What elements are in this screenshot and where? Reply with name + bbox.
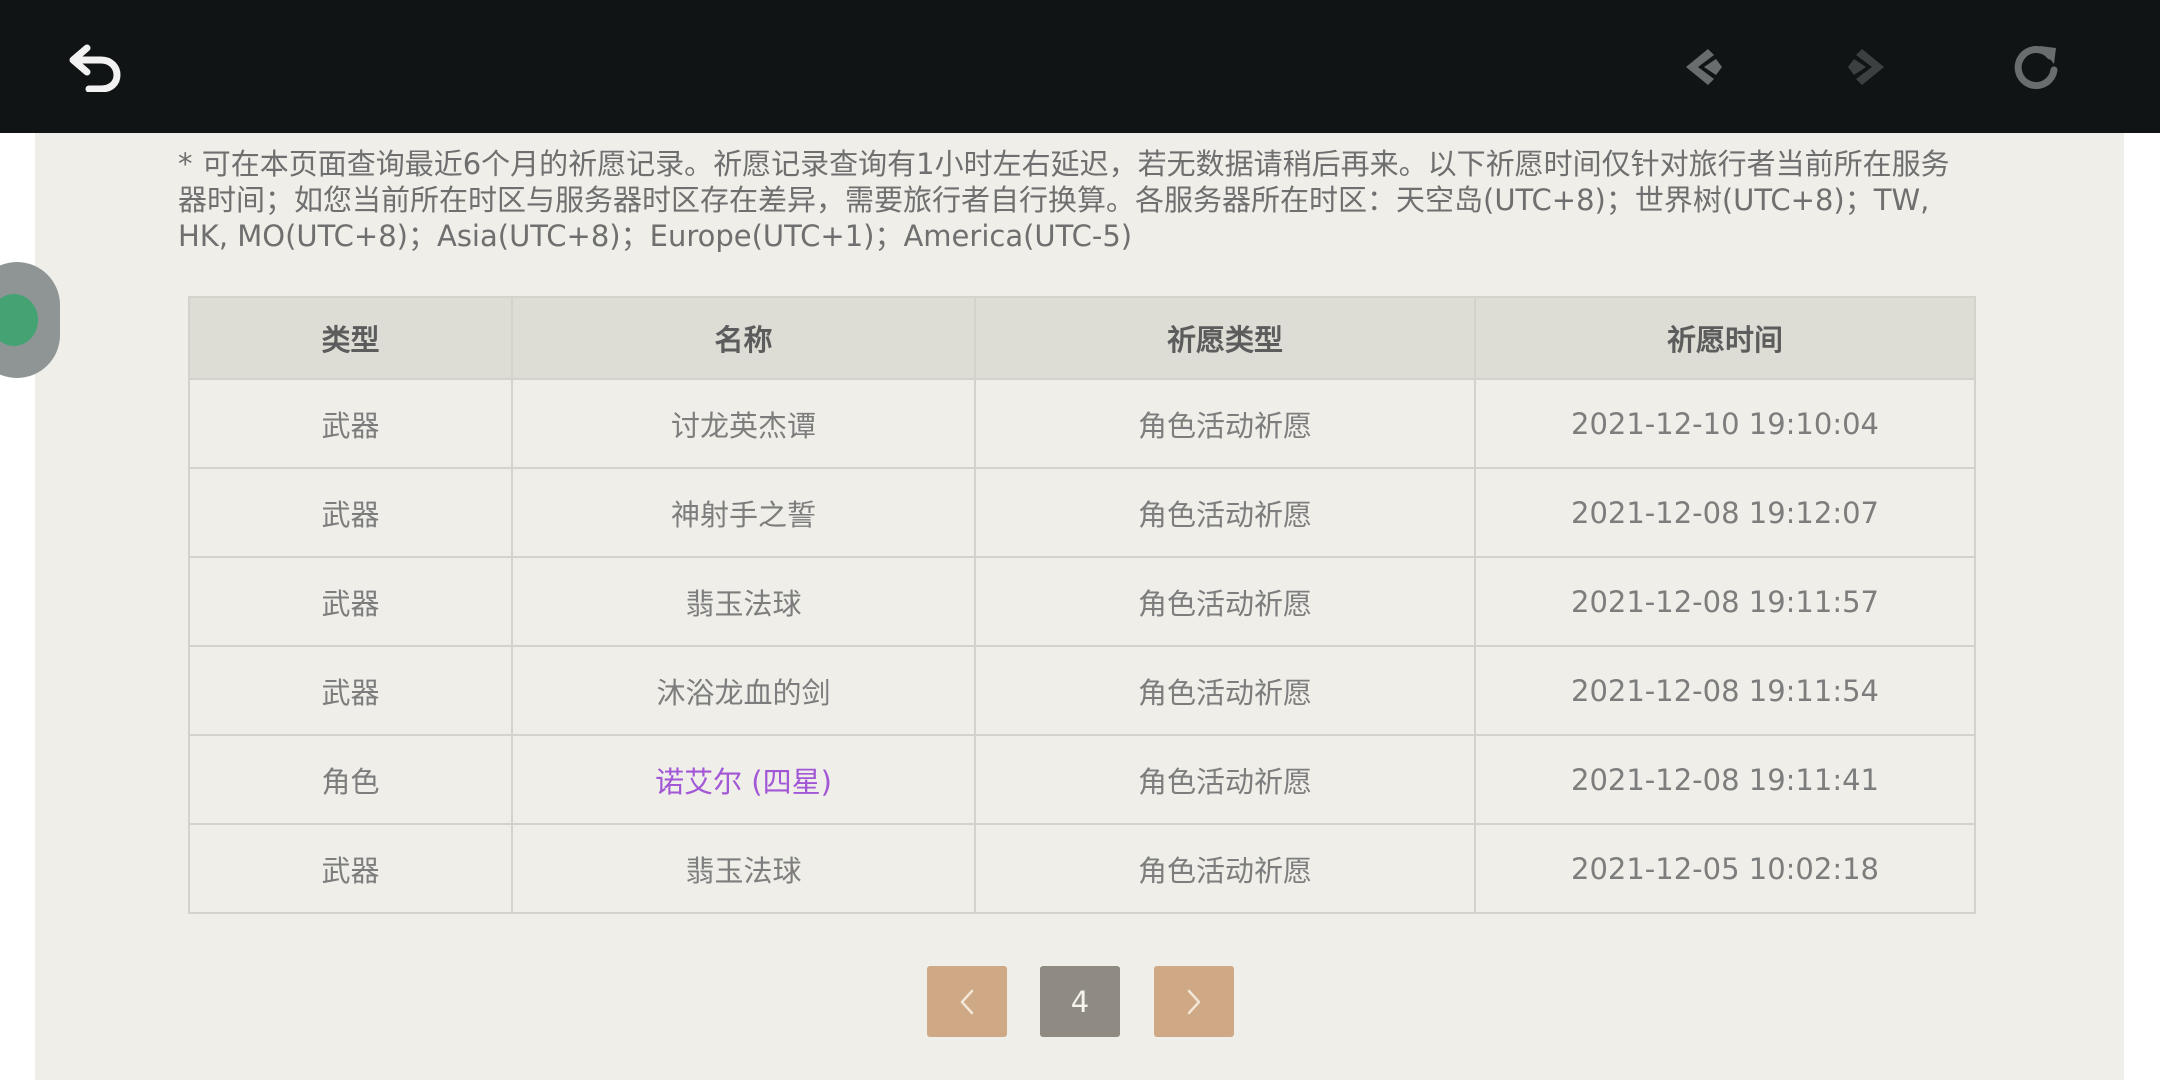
table-row: 武器 神射手之誓 角色活动祈愿 2021-12-08 19:12:07 xyxy=(188,467,1976,558)
chevron-left-icon xyxy=(960,989,974,1014)
current-page-indicator[interactable]: 4 xyxy=(1040,966,1120,1037)
cell-type: 武器 xyxy=(188,467,513,558)
header-wish-type: 祈愿类型 xyxy=(974,296,1476,380)
cell-time: 2021-12-08 19:12:07 xyxy=(1474,467,1976,558)
cell-name: 翡玉法球 xyxy=(511,556,976,647)
cell-time: 2021-12-08 19:11:54 xyxy=(1474,645,1976,736)
refresh-icon xyxy=(2014,45,2058,89)
chevron-left-icon xyxy=(1686,48,1722,85)
back-arrow-icon xyxy=(69,44,121,92)
cell-wish-type: 角色活动祈愿 xyxy=(974,823,1476,914)
table-row: 角色 诺艾尔 (四星) 角色活动祈愿 2021-12-08 19:11:41 xyxy=(188,734,1976,825)
cell-type: 角色 xyxy=(188,734,513,825)
cell-name-four-star: 诺艾尔 (四星) xyxy=(511,734,976,825)
cell-name: 翡玉法球 xyxy=(511,823,976,914)
cell-name: 讨龙英杰谭 xyxy=(511,378,976,469)
previous-page-button[interactable] xyxy=(927,966,1007,1037)
cell-wish-type: 角色活动祈愿 xyxy=(974,645,1476,736)
right-margin xyxy=(2124,133,2160,1080)
table-row: 武器 讨龙英杰谭 角色活动祈愿 2021-12-10 19:10:04 xyxy=(188,378,1976,469)
cell-time: 2021-12-10 19:10:04 xyxy=(1474,378,1976,469)
back-button[interactable] xyxy=(58,0,132,133)
cell-type: 武器 xyxy=(188,378,513,469)
chevron-right-icon xyxy=(1848,48,1884,85)
table-row: 武器 翡玉法球 角色活动祈愿 2021-12-05 10:02:18 xyxy=(188,823,1976,914)
header-name: 名称 xyxy=(511,296,976,380)
status-dot-icon xyxy=(0,294,38,346)
header-wish-time: 祈愿时间 xyxy=(1474,296,1976,380)
table-row: 武器 沐浴龙血的剑 角色活动祈愿 2021-12-08 19:11:54 xyxy=(188,645,1976,736)
floating-assistant-button[interactable] xyxy=(0,262,60,378)
top-toolbar xyxy=(0,0,2160,133)
cell-type: 武器 xyxy=(188,823,513,914)
table-header-row: 类型 名称 祈愿类型 祈愿时间 xyxy=(188,296,1976,380)
cell-time: 2021-12-08 19:11:41 xyxy=(1474,734,1976,825)
cell-time: 2021-12-05 10:02:18 xyxy=(1474,823,1976,914)
cell-wish-type: 角色活动祈愿 xyxy=(974,734,1476,825)
browser-back-button[interactable] xyxy=(1666,0,1738,133)
cell-wish-type: 角色活动祈愿 xyxy=(974,467,1476,558)
cell-time: 2021-12-08 19:11:57 xyxy=(1474,556,1976,647)
header-type: 类型 xyxy=(188,296,513,380)
cell-wish-type: 角色活动祈愿 xyxy=(974,378,1476,469)
cell-type: 武器 xyxy=(188,645,513,736)
cell-wish-type: 角色活动祈愿 xyxy=(974,556,1476,647)
table-row: 武器 翡玉法球 角色活动祈愿 2021-12-08 19:11:57 xyxy=(188,556,1976,647)
query-notice: * 可在本页面查询最近6个月的祈愿记录。祈愿记录查询有1小时左右延迟，若无数据请… xyxy=(178,147,1950,253)
cell-name: 神射手之誓 xyxy=(511,467,976,558)
next-page-button[interactable] xyxy=(1154,966,1234,1037)
chevron-right-icon xyxy=(1187,989,1201,1014)
cell-type: 武器 xyxy=(188,556,513,647)
browser-forward-button[interactable] xyxy=(1832,0,1904,133)
refresh-button[interactable] xyxy=(2000,0,2072,133)
cell-name: 沐浴龙血的剑 xyxy=(511,645,976,736)
wish-history-table: 类型 名称 祈愿类型 祈愿时间 武器 讨龙英杰谭 角色活动祈愿 2021-12-… xyxy=(188,296,1976,914)
